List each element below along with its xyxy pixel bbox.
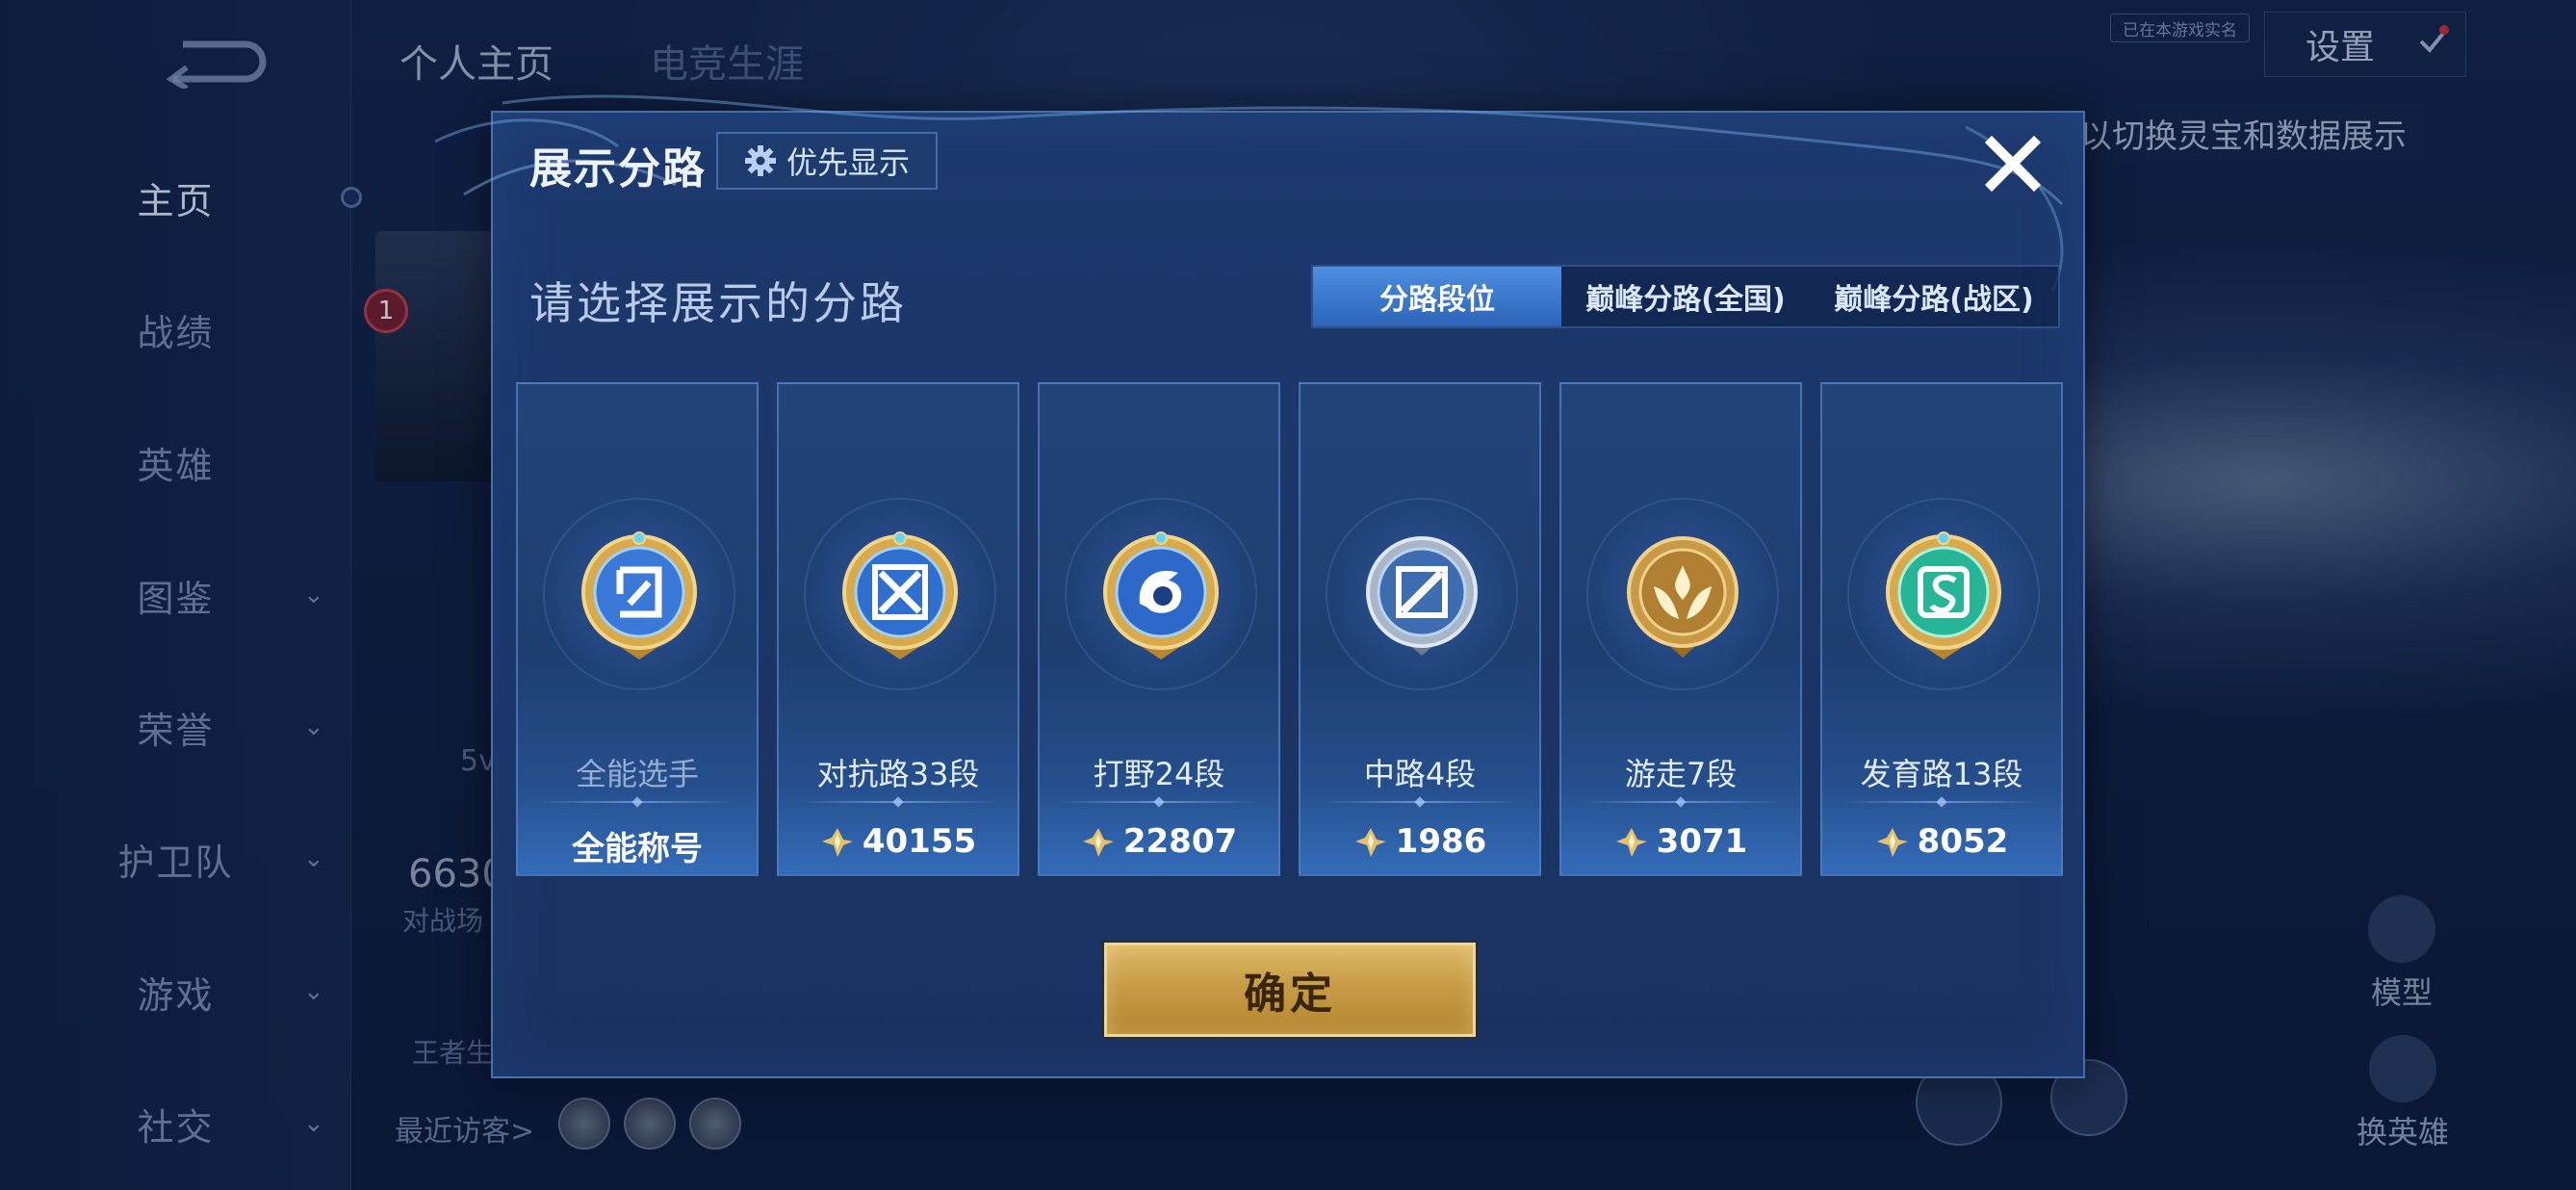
jungle-emblem-icon <box>1103 531 1219 660</box>
divider <box>1320 801 1520 803</box>
gear-icon <box>744 145 776 176</box>
lane-value-text: 22807 <box>1122 822 1238 861</box>
divider <box>1842 801 2042 803</box>
lane-name: 中路4段 <box>1363 756 1477 792</box>
divider <box>1581 801 1781 803</box>
points-icon <box>1082 828 1114 857</box>
tab-lane-rank[interactable]: 分路段位 <box>1313 267 1561 326</box>
lane-name: 对抗路33段 <box>816 756 980 792</box>
lane-value-text: 3071 <box>1656 822 1748 861</box>
priority-display-button[interactable]: 优先显示 <box>716 132 938 190</box>
lane-name: 游走7段 <box>1624 756 1738 792</box>
lane-card-roam[interactable]: 游走7段 3071 <box>1559 382 1802 876</box>
lane-value-text: 全能称号 <box>572 830 703 868</box>
lane-card-jungle[interactable]: 打野24段 22807 <box>1038 382 1280 876</box>
lane-cards: 全能选手 全能称号 对抗路33段 40155 打野24段 22807 中路4段 … <box>516 382 2063 876</box>
lane-value-text: 1986 <box>1395 822 1487 861</box>
divider <box>798 801 998 803</box>
dialog-title: 展示分路 <box>529 144 707 194</box>
points-icon <box>1354 828 1386 857</box>
lane-display-dialog: 展示分路 优先显示 请选择展示的分路 分路段位 巅峰分路(全国) 巅峰分路(战区… <box>434 94 2085 1078</box>
divider <box>537 801 737 803</box>
points-icon <box>1615 828 1647 857</box>
confirm-label: 确定 <box>1244 970 1336 1019</box>
tab-peak-region[interactable]: 巅峰分路(战区) <box>1810 267 2058 326</box>
lane-value: 1986 <box>1301 822 1539 861</box>
lane-card-mid[interactable]: 中路4段 1986 <box>1299 382 1541 876</box>
lane-card-clash[interactable]: 对抗路33段 40155 <box>777 382 1019 876</box>
lane-value: 全能称号 <box>518 822 757 869</box>
lane-card-all-round[interactable]: 全能选手 全能称号 <box>516 382 759 876</box>
lane-name: 打野24段 <box>1093 756 1225 792</box>
lane-card-farm[interactable]: 发育路13段 8052 <box>1820 382 2063 876</box>
close-button[interactable] <box>1975 126 2050 201</box>
lane-value-text: 8052 <box>1917 822 2009 861</box>
roam-emblem-icon <box>1627 536 1739 658</box>
lane-value: 40155 <box>779 822 1018 861</box>
lane-value: 3071 <box>1561 822 1800 861</box>
close-icon <box>1984 135 2042 193</box>
lane-type-tabs: 分路段位 巅峰分路(全国) 巅峰分路(战区) <box>1311 265 2060 328</box>
lane-value: 22807 <box>1040 822 1278 861</box>
points-icon <box>821 828 853 857</box>
lane-value-text: 40155 <box>862 822 977 861</box>
clash-lane-emblem-icon <box>842 531 958 660</box>
mid-lane-emblem-icon <box>1366 536 1478 656</box>
lane-name: 发育路13段 <box>1860 756 2023 792</box>
points-icon <box>1876 828 1908 857</box>
lane-value: 8052 <box>1822 822 2061 861</box>
dialog-subtitle: 请选择展示的分路 <box>529 277 907 329</box>
tab-peak-national[interactable]: 巅峰分路(全国) <box>1561 267 1810 326</box>
lane-name: 全能选手 <box>575 756 699 792</box>
farm-lane-emblem-icon <box>1886 531 2001 660</box>
priority-label: 优先显示 <box>786 144 910 181</box>
divider <box>1059 801 1259 803</box>
confirm-button[interactable]: 确定 <box>1104 943 1476 1037</box>
all-round-emblem-icon <box>581 531 697 660</box>
